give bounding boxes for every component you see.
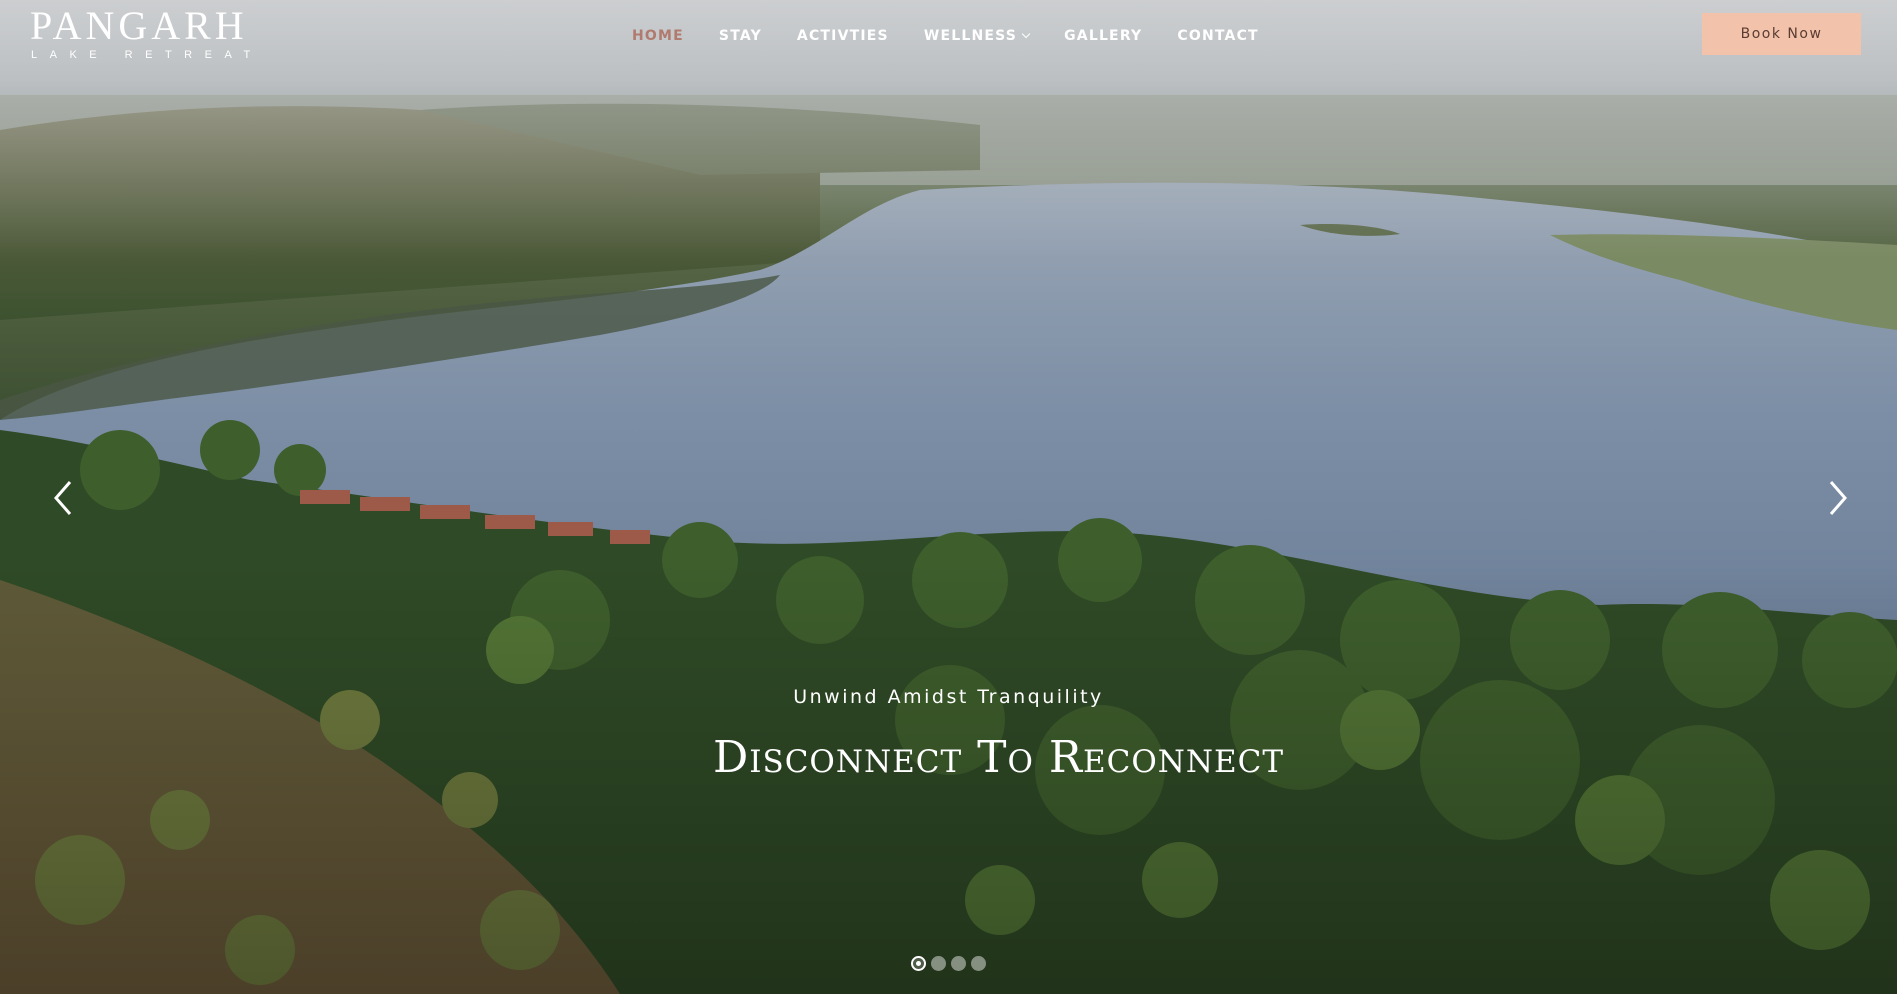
nav-item-activities[interactable]: ACTIVTIES bbox=[797, 26, 889, 46]
nav-item-wellness[interactable]: WELLNESS bbox=[923, 26, 1031, 46]
carousel-next-button[interactable] bbox=[1823, 478, 1853, 518]
site-header: PANGARH LAKE RETREAT HOME STAY ACTIVTIES… bbox=[0, 0, 1897, 72]
carousel-dot-3[interactable] bbox=[951, 956, 966, 971]
carousel-pagination bbox=[911, 956, 986, 971]
nav-item-stay[interactable]: STAY bbox=[719, 26, 762, 46]
carousel-dot-2[interactable] bbox=[931, 956, 946, 971]
hero-subtitle: Unwind Amidst Tranquility bbox=[793, 686, 1104, 708]
chevron-down-icon bbox=[1021, 29, 1031, 39]
chevron-right-icon bbox=[1829, 481, 1847, 515]
carousel-dot-1[interactable] bbox=[911, 956, 926, 971]
nav-item-contact[interactable]: CONTACT bbox=[1177, 26, 1258, 46]
main-nav: HOME STAY ACTIVTIES WELLNESS GALLERY CON… bbox=[632, 26, 1294, 46]
hero-title: Disconnect To Reconnect bbox=[712, 732, 1285, 783]
nav-item-gallery[interactable]: GALLERY bbox=[1064, 26, 1142, 46]
hero-image bbox=[0, 0, 1897, 994]
brand-logo[interactable]: PANGARH LAKE RETREAT bbox=[30, 6, 263, 62]
page: PANGARH LAKE RETREAT HOME STAY ACTIVTIES… bbox=[0, 0, 1897, 994]
brand-name: PANGARH bbox=[30, 3, 248, 48]
nav-item-wellness-label: WELLNESS bbox=[923, 28, 1018, 44]
chevron-left-icon bbox=[54, 481, 72, 515]
nav-item-home[interactable]: HOME bbox=[632, 26, 684, 46]
carousel-dot-4[interactable] bbox=[971, 956, 986, 971]
carousel-prev-button[interactable] bbox=[50, 478, 80, 518]
brand-tagline: LAKE RETREAT bbox=[31, 49, 263, 61]
book-now-button[interactable]: Book Now bbox=[1702, 13, 1861, 55]
